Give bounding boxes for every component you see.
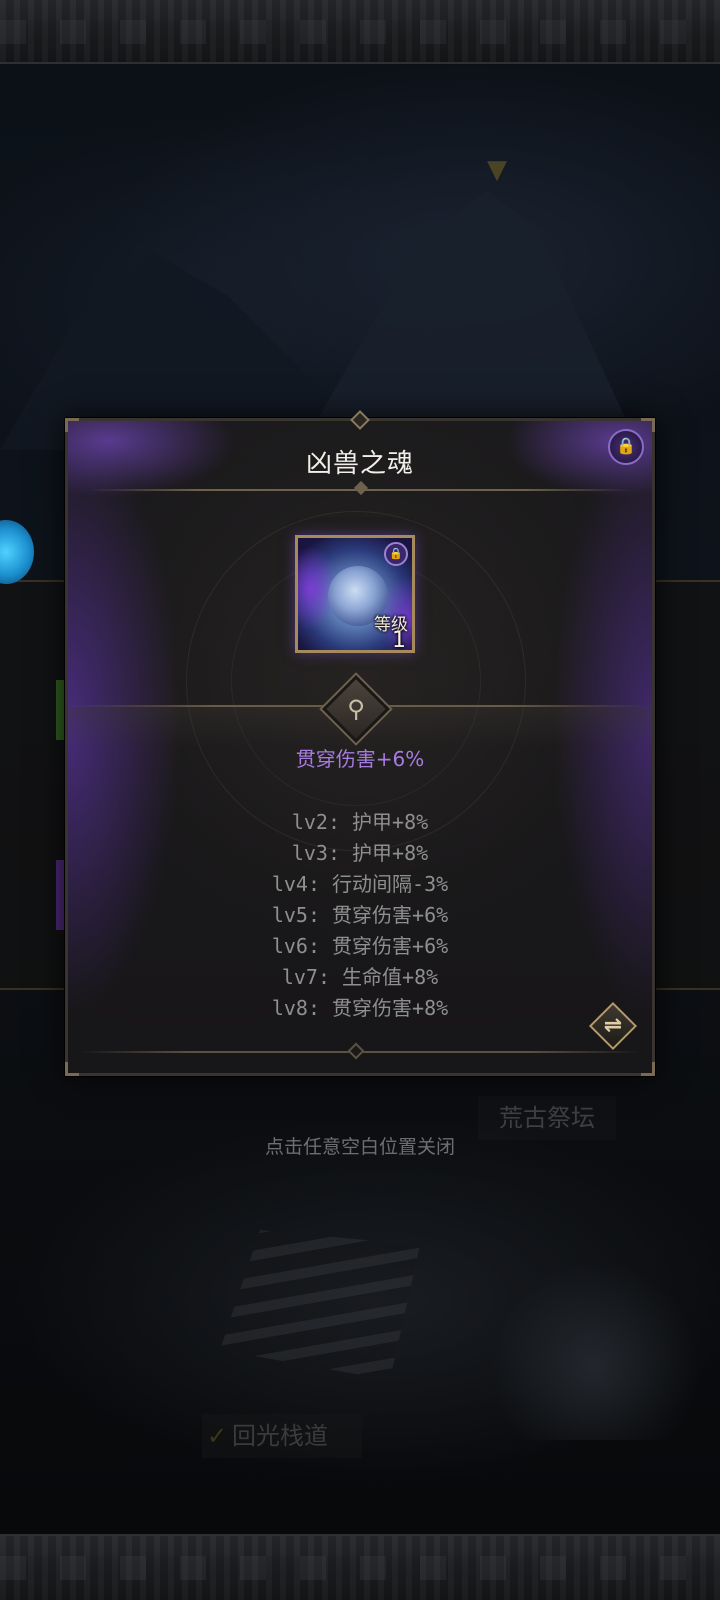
level-effect-row: lv8: 贯穿伤害+8% <box>271 996 449 1020</box>
lock-icon[interactable]: 🔒 <box>608 429 644 465</box>
level-effect-row: lv7: 生命值+8% <box>281 965 439 989</box>
level-effect-row: lv2: 护甲+8% <box>291 810 429 834</box>
path-location-label: ✓ 回光栈道 <box>202 1414 362 1458</box>
modal-title: 凶兽之魂 <box>305 449 414 479</box>
background-ruins <box>220 1230 420 1380</box>
side-panel-left <box>0 580 64 990</box>
background-mountain-right <box>300 190 640 450</box>
side-event-badge-icon[interactable] <box>0 520 34 584</box>
top-ornate-bar <box>0 0 720 64</box>
frame-corner <box>641 418 655 432</box>
title-divider-ornament <box>353 480 369 496</box>
frame-corner <box>65 418 79 432</box>
item-portrait: 🔒 等级 1 <box>295 535 415 653</box>
main-effect-text: 贯穿伤害+6% <box>295 747 425 771</box>
purple-bar-edge-left <box>56 860 64 930</box>
close-hint-text: 点击任意空白位置关闭 <box>264 1136 455 1158</box>
level-effect-row: lv4: 行动间隔-3% <box>271 872 449 896</box>
magnifier-icon[interactable]: ⚲ <box>332 685 380 733</box>
background-rocks <box>490 1260 700 1440</box>
bottom-divider-ornament <box>347 1042 365 1060</box>
side-panel-right <box>650 580 720 990</box>
game-screen[interactable]: ▼ 荒古祭坛 点击任意空白位置关闭 ✓回光栈道 凶兽之魂 🔒 🔒 等级 1 ⚲ <box>0 0 720 1600</box>
waypoint-marker-icon: ▼ <box>487 155 507 185</box>
path-location-name: 回光栈道 <box>232 1422 328 1450</box>
checkmark-icon: ✓ <box>206 1422 228 1450</box>
item-level-value: 1 <box>392 628 406 653</box>
frame-corner <box>65 1062 79 1076</box>
level-effects-list: lv2: 护甲+8% lv3: 护甲+8% lv4: 行动间隔-3% lv5: … <box>68 807 652 1024</box>
level-effect-row: lv6: 贯穿伤害+6% <box>271 934 449 958</box>
item-lock-icon: 🔒 <box>384 542 408 566</box>
level-effect-row: lv3: 护甲+8% <box>291 841 429 865</box>
item-detail-modal[interactable]: 凶兽之魂 🔒 🔒 等级 1 ⚲ 贯穿伤害+6% lv2: 护甲+8% lv3: … <box>65 410 655 1076</box>
level-effect-row: lv5: 贯穿伤害+6% <box>271 903 449 927</box>
green-bar-edge <box>56 680 64 740</box>
frame-corner <box>641 1062 655 1076</box>
bottom-ornate-bar <box>0 1534 720 1600</box>
swap-icon[interactable]: ⇌ <box>596 1009 630 1043</box>
